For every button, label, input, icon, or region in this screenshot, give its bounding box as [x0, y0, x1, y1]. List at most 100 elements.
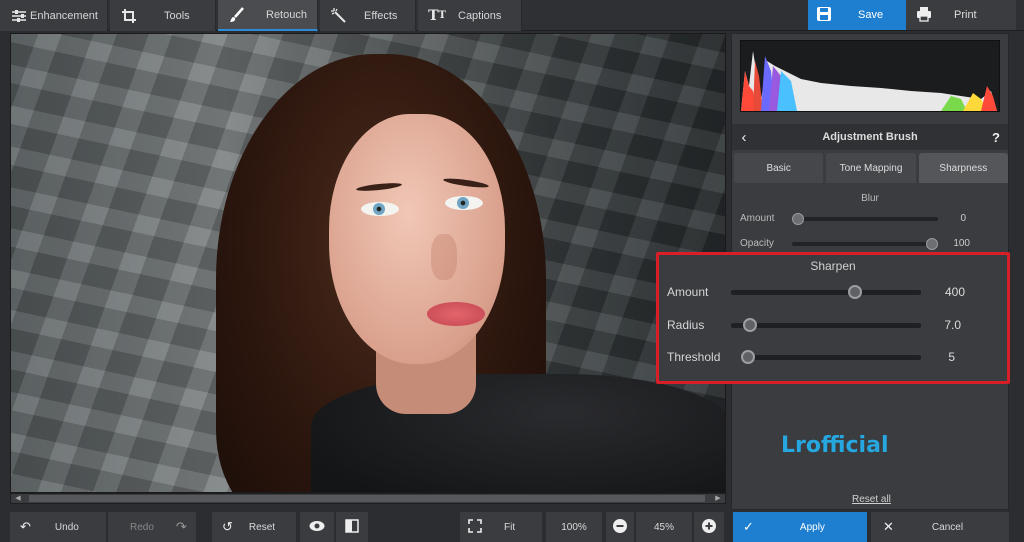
zoom-value-field[interactable]: 45%	[636, 512, 692, 542]
fit-icon	[468, 518, 482, 536]
tab-retouch[interactable]: Retouch	[218, 0, 318, 31]
panel-title: Adjustment Brush	[822, 131, 918, 143]
checkmark-icon: ✓	[743, 519, 754, 534]
reset-icon: ↺	[222, 519, 233, 534]
sharpen-threshold-value: 5	[948, 350, 955, 364]
tab-enhancement[interactable]: Enhancement	[0, 0, 108, 31]
tab-tools[interactable]: Tools	[110, 0, 216, 31]
slider-knob[interactable]	[741, 349, 755, 364]
tab-label: Captions	[458, 9, 502, 22]
sharpen-amount-row: Amount 400	[667, 284, 965, 299]
sharpen-amount-label: Amount	[667, 285, 709, 299]
preview-button[interactable]	[300, 512, 334, 542]
subtab-label: Basic	[766, 162, 791, 174]
brush-icon	[228, 6, 246, 24]
sharpen-radius-value: 7.0	[944, 318, 961, 332]
eye-icon	[309, 520, 325, 535]
fit-label: Fit	[504, 521, 516, 533]
zoom-in-button[interactable]	[694, 512, 724, 542]
undo-label: Undo	[54, 521, 79, 533]
sharpen-threshold-slider[interactable]	[741, 349, 921, 364]
sharpen-threshold-row: Threshold 5	[667, 349, 955, 364]
sharpen-radius-row: Radius 7.0	[667, 317, 961, 332]
subtab-sharpness[interactable]: Sharpness	[918, 153, 1008, 183]
help-icon[interactable]: ?	[984, 130, 1008, 145]
zoom-out-button[interactable]	[606, 512, 634, 542]
subtab-label: Tone Mapping	[839, 162, 903, 174]
crop-icon	[120, 7, 138, 25]
reset-label: Reset	[248, 521, 276, 533]
sharpen-threshold-label: Threshold	[667, 350, 721, 364]
sharpen-radius-label: Radius	[667, 318, 705, 332]
redo-icon: ↷	[175, 519, 187, 534]
sharpen-radius-slider[interactable]	[731, 317, 921, 332]
watermark-text: Lrofficial	[781, 433, 889, 458]
scroll-left-icon[interactable]: ◀	[13, 495, 23, 503]
panel-header: ‹ Adjustment Brush ?	[732, 124, 1008, 150]
compare-icon	[345, 518, 359, 536]
cancel-button[interactable]: ✕ Cancel	[871, 512, 1009, 542]
fit-button[interactable]: Fit	[460, 512, 542, 542]
blur-amount-slider[interactable]	[792, 212, 938, 225]
tab-captions[interactable]: TT Captions	[418, 0, 522, 31]
subtab-label: Sharpness	[939, 162, 988, 174]
cancel-label: Cancel	[931, 521, 964, 533]
apply-button[interactable]: ✓ Apply	[733, 512, 867, 542]
floppy-disk-icon	[816, 6, 832, 25]
reset-all-link[interactable]: Reset all	[852, 494, 891, 505]
tab-label: Effects	[364, 9, 398, 22]
tab-label: Tools	[164, 9, 190, 22]
sharpen-amount-value: 400	[944, 285, 965, 299]
reset-button[interactable]: ↺ Reset	[212, 512, 296, 542]
sharpen-section: Sharpen Amount 400 Radius 7.0 Threshold …	[656, 252, 1010, 384]
text-icon: TT	[428, 7, 446, 24]
minus-circle-icon	[613, 518, 627, 536]
compare-button[interactable]	[336, 512, 368, 542]
tab-effects[interactable]: Effects	[320, 0, 416, 31]
printer-icon	[916, 6, 932, 25]
right-eye	[445, 196, 483, 210]
save-label: Save	[858, 9, 884, 21]
blur-section-title: Blur	[861, 193, 879, 204]
blur-amount-value: 0	[960, 213, 966, 224]
chevron-left-icon[interactable]: ‹	[732, 129, 756, 146]
magic-wand-icon	[330, 7, 348, 25]
blur-amount-label: Amount	[740, 213, 775, 224]
print-label: Print	[954, 9, 977, 21]
subtab-tone-mapping[interactable]: Tone Mapping	[826, 153, 916, 183]
close-icon: ✕	[883, 519, 894, 534]
horizontal-scrollbar[interactable]: ◀ ▶	[10, 493, 726, 504]
blur-opacity-row: Opacity 100	[740, 237, 970, 250]
scrollbar-thumb[interactable]	[29, 495, 705, 502]
undo-icon: ↶	[20, 519, 31, 534]
blur-opacity-label: Opacity	[740, 238, 774, 249]
portrait-nose	[431, 234, 457, 280]
blur-opacity-value: 100	[953, 238, 970, 249]
sliders-icon	[10, 7, 28, 25]
redo-label: Redo	[130, 521, 154, 533]
photo-canvas[interactable]	[10, 33, 726, 493]
slider-knob[interactable]	[743, 317, 757, 332]
redo-button[interactable]: Redo ↷	[108, 512, 196, 542]
sharpen-section-title: Sharpen	[810, 259, 856, 273]
print-button[interactable]: Print	[906, 0, 1016, 30]
zoom-value: 45%	[653, 521, 674, 533]
portrait-lips	[427, 302, 485, 326]
apply-label: Apply	[799, 521, 825, 533]
slider-knob[interactable]	[926, 237, 938, 250]
slider-knob[interactable]	[847, 284, 862, 299]
sharpen-amount-slider[interactable]	[731, 284, 921, 299]
save-button[interactable]: Save	[808, 0, 906, 30]
zoom-100-button[interactable]: 100%	[546, 512, 602, 542]
subtab-basic[interactable]: Basic	[734, 153, 824, 183]
bottom-toolbar: ↶ Undo Redo ↷ ↺ Reset Fit 100% 45% ✓ App…	[0, 512, 1024, 542]
slider-knob[interactable]	[792, 212, 804, 225]
undo-button[interactable]: ↶ Undo	[10, 512, 106, 542]
plus-circle-icon	[702, 518, 716, 536]
top-toolbar: Enhancement Tools Retouch Effects TT Cap…	[0, 0, 1024, 31]
histogram	[740, 40, 1000, 112]
blur-opacity-slider[interactable]	[792, 237, 938, 250]
zoom-100-label: 100%	[561, 521, 587, 533]
scroll-right-icon[interactable]: ▶	[713, 495, 723, 503]
portrait-face	[329, 114, 505, 364]
